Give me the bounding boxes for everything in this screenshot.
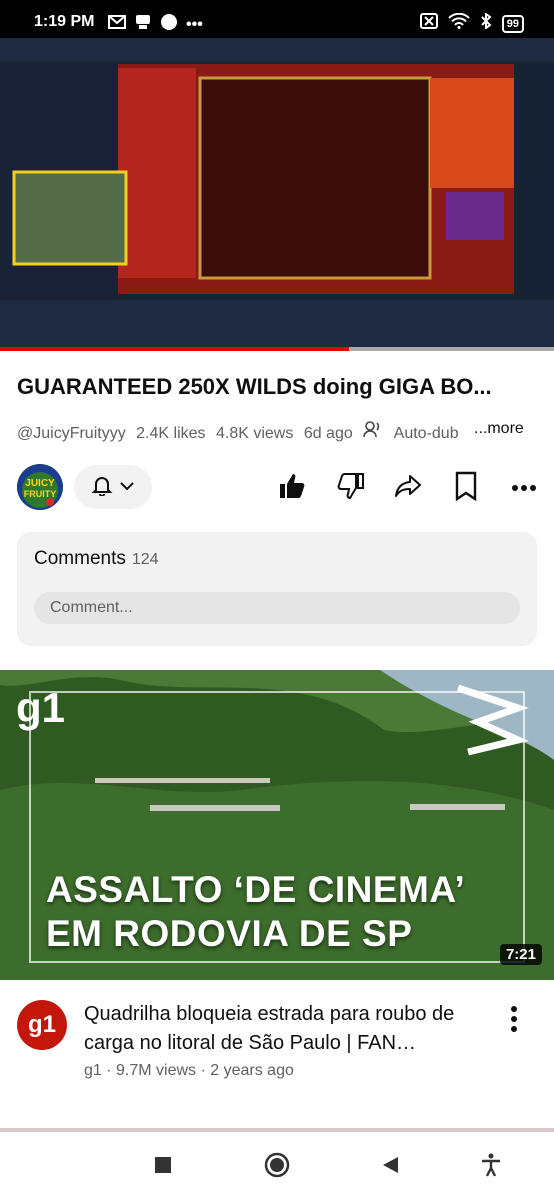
chevron-down-icon (119, 478, 135, 496)
video-options-button[interactable] (504, 1004, 524, 1034)
comments-label: Comments (34, 548, 126, 569)
chat-app-icon (160, 13, 178, 36)
auto-dub-icon (363, 421, 387, 442)
svg-text:JUICY: JUICY (25, 478, 55, 489)
channel-avatar[interactable]: JUICY FRUITY (17, 464, 63, 510)
more-vertical-icon (504, 1006, 524, 1038)
back-button[interactable] (377, 1154, 403, 1180)
video-meta: @JuicyFruityyy 2.4K likes 4.8K views 6d … (17, 420, 465, 443)
g1-logo: g1 (16, 684, 66, 731)
next-video-meta: g1 · 9.7M views · 2 years ago (84, 1062, 294, 1079)
video-progress-bar[interactable] (0, 347, 554, 351)
system-nav-bar (0, 1132, 554, 1200)
share-button[interactable] (392, 472, 424, 504)
more-description-button[interactable]: ...more (474, 420, 524, 438)
more-horizontal-icon (511, 479, 537, 497)
bookmark-icon (453, 471, 479, 506)
more-actions-button[interactable] (508, 472, 540, 504)
like-button[interactable] (276, 472, 308, 504)
accessibility-button[interactable] (478, 1153, 504, 1182)
accessibility-icon (480, 1153, 502, 1182)
next-video-thumbnail[interactable]: g1 ASSALTO ‘DE CINEMA’ EM RODOVIA DE SP … (0, 670, 554, 980)
comment-input[interactable]: Comment... (34, 592, 520, 624)
comments-count: 124 (131, 551, 159, 568)
view-count: 4.8K views (215, 425, 294, 442)
gmail-icon (108, 15, 126, 34)
thumbnail-headline: ASSALTO ‘DE CINEMA’ EM RODOVIA DE SP (46, 868, 465, 956)
status-time: 1:19 PM (34, 13, 95, 30)
next-video-title[interactable]: Quadrilha bloqueia estrada para roubo de… (84, 1000, 484, 1058)
comments-section[interactable]: Comments 124 Comment... (17, 532, 537, 646)
thumbnail-headline-line2: EM RODOVIA DE SP (46, 913, 413, 954)
bell-icon (91, 474, 113, 501)
upload-age: 6d ago (303, 425, 353, 442)
channel-handle[interactable]: @JuicyFruityyy (17, 425, 126, 442)
svg-text:FRUITY: FRUITY (24, 489, 57, 499)
subscription-bell-button[interactable] (74, 465, 152, 509)
auto-dub-label: Auto-dub (393, 425, 459, 442)
more-notifications-icon: ••• (186, 15, 203, 33)
no-sim-icon (419, 13, 438, 34)
g1-channel-avatar[interactable]: g1 (17, 1000, 67, 1050)
next-video-info[interactable]: g1 Quadrilha bloqueia estrada para roubo… (0, 996, 554, 1096)
video-frame (0, 38, 554, 350)
circle-icon (264, 1152, 290, 1183)
video-duration-badge: 7:21 (499, 944, 542, 965)
action-row: JUICY FRUITY (0, 462, 554, 514)
home-button[interactable] (264, 1152, 290, 1183)
like-count: 2.4K likes (136, 425, 206, 442)
wifi-icon (448, 12, 470, 34)
video-title[interactable]: GUARANTEED 250X WILDS doing GIGA BO... (17, 374, 537, 400)
thumbs-up-icon (277, 471, 307, 506)
recents-button[interactable] (150, 1154, 176, 1180)
dislike-button[interactable] (335, 472, 367, 504)
thumbnail-headline-line1: ASSALTO ‘DE CINEMA’ (46, 869, 466, 910)
bluetooth-icon (480, 12, 492, 34)
thumbs-down-icon (336, 471, 366, 506)
battery-indicator: 99 (501, 14, 524, 33)
square-icon (154, 1156, 172, 1179)
video-player[interactable] (0, 38, 554, 350)
share-icon (393, 471, 423, 506)
video-progress-fill (0, 347, 350, 351)
back-triangle-icon (380, 1155, 400, 1180)
notification-app-icon (134, 14, 152, 35)
save-button[interactable] (450, 471, 482, 506)
